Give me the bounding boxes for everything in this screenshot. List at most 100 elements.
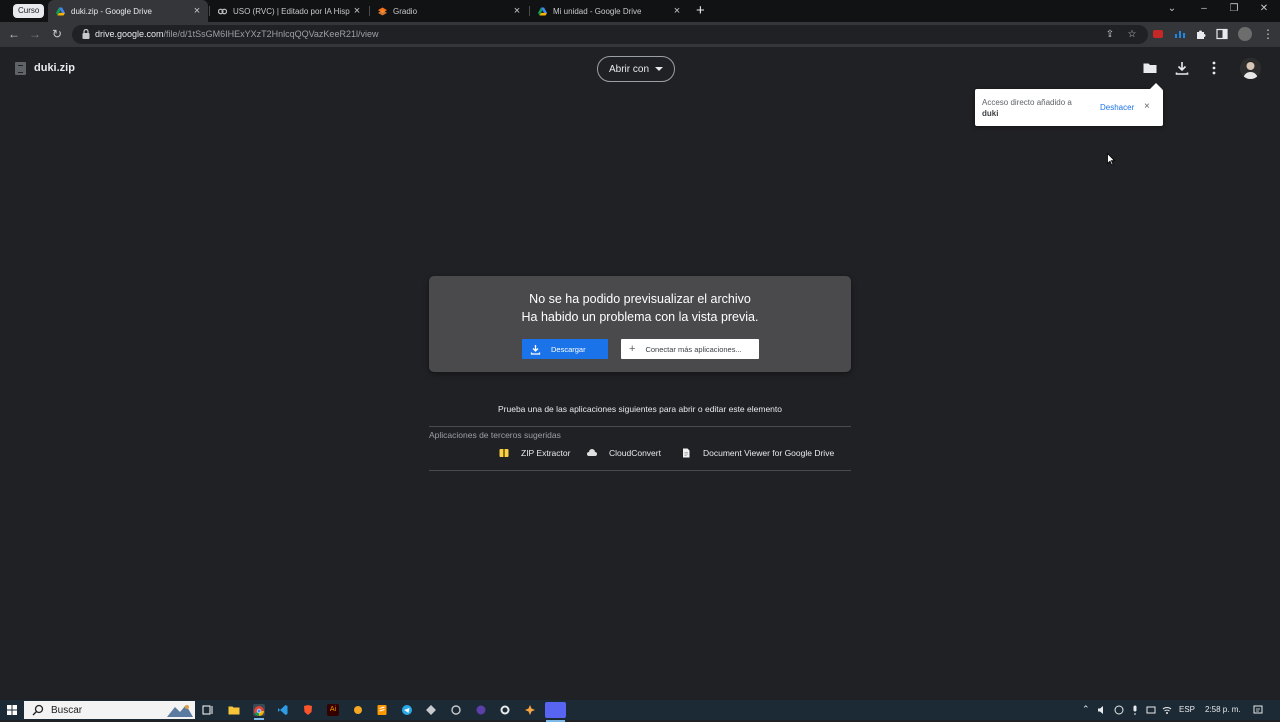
tab-close-icon[interactable]: × bbox=[670, 5, 684, 17]
app-cloudconvert[interactable]: CloudConvert bbox=[587, 448, 661, 458]
open-with-label: Abrir con bbox=[608, 63, 649, 75]
error-subtitle: Ha habido un problema con la vista previ… bbox=[521, 310, 759, 324]
third-party-apps-label: Aplicaciones de terceros sugeridas bbox=[429, 430, 561, 440]
back-icon[interactable]: ← bbox=[6, 26, 22, 42]
more-vert-icon[interactable] bbox=[1206, 60, 1222, 76]
close-window-icon[interactable]: ✕ bbox=[1256, 3, 1272, 14]
tab-title: USO (RVC) | Editado por IA Hispa bbox=[233, 6, 350, 16]
bookmark-star-icon[interactable]: ☆ bbox=[1126, 29, 1138, 41]
app-document-viewer[interactable]: Document Viewer for Google Drive bbox=[681, 448, 834, 458]
tab-uso-rvc[interactable]: USO (RVC) | Editado por IA Hispa × bbox=[210, 0, 368, 22]
undo-button[interactable]: Deshacer bbox=[1100, 103, 1134, 112]
shortcut-toast: Acceso directo añadido a duki Deshacer × bbox=[975, 83, 1163, 126]
share-icon[interactable]: ⇪ bbox=[1104, 29, 1116, 41]
tab-strip: Curso duki.zip - Google Drive × USO (RVC… bbox=[0, 0, 1280, 22]
speaker-icon[interactable] bbox=[1097, 705, 1107, 715]
url-text: drive.google.com/file/d/1tSsGM6IHExYXzT2… bbox=[95, 29, 378, 39]
tab-mi-unidad[interactable]: Mi unidad - Google Drive × bbox=[530, 0, 688, 22]
app-name: ZIP Extractor bbox=[521, 448, 571, 458]
browser-toolbar: ← → ↻ drive.google.com/file/d/1tSsGM6IHE… bbox=[0, 22, 1280, 47]
illustrator-icon[interactable]: Ai bbox=[327, 704, 339, 716]
lock-icon bbox=[82, 29, 90, 39]
tab-title: Mi unidad - Google Drive bbox=[553, 6, 642, 16]
suggestions-intro: Prueba una de las aplicaciones siguiente… bbox=[498, 404, 782, 414]
git-icon[interactable] bbox=[425, 704, 437, 716]
tab-title: duki.zip - Google Drive bbox=[71, 6, 152, 16]
location-icon[interactable] bbox=[1146, 705, 1156, 715]
fl-studio-icon[interactable] bbox=[524, 704, 536, 716]
connect-more-apps-button[interactable]: + Conectar más aplicaciones... bbox=[621, 339, 759, 359]
settings-icon[interactable] bbox=[450, 704, 462, 716]
download-icon[interactable] bbox=[1174, 60, 1190, 76]
chrome-icon bbox=[254, 706, 264, 716]
account-avatar[interactable] bbox=[1240, 58, 1261, 79]
gradio-icon bbox=[378, 6, 387, 16]
restore-icon[interactable]: ❐ bbox=[1226, 3, 1242, 14]
url-host: drive.google.com bbox=[95, 29, 164, 39]
download-icon bbox=[530, 344, 541, 355]
tab-close-icon[interactable]: × bbox=[510, 5, 524, 17]
profile-avatar-icon[interactable] bbox=[1238, 27, 1252, 41]
download-button[interactable]: Descargar bbox=[522, 339, 608, 359]
search-placeholder: Buscar bbox=[51, 704, 83, 716]
notifications-icon[interactable] bbox=[1253, 705, 1263, 715]
extensions-puzzle-icon[interactable] bbox=[1195, 28, 1207, 40]
file-explorer-icon[interactable] bbox=[228, 704, 240, 716]
telegram-icon[interactable] bbox=[401, 704, 413, 716]
tab-gradio[interactable]: Gradio × bbox=[370, 0, 528, 22]
open-with-button[interactable]: Abrir con bbox=[597, 56, 675, 82]
forward-icon[interactable]: → bbox=[27, 26, 43, 42]
extension-red-icon[interactable] bbox=[1152, 28, 1164, 40]
google-drive-icon bbox=[56, 6, 65, 16]
tray-overflow-icon[interactable]: ⌃ bbox=[1082, 704, 1090, 715]
divider bbox=[429, 470, 851, 471]
search-icon bbox=[32, 704, 44, 716]
caret-down-icon bbox=[655, 67, 663, 71]
brave-icon[interactable] bbox=[302, 704, 314, 716]
download-button-label: Descargar bbox=[551, 344, 586, 354]
network-icon[interactable] bbox=[1114, 705, 1124, 715]
app-icon[interactable] bbox=[352, 704, 364, 716]
zip-file-icon bbox=[15, 62, 26, 75]
reload-icon[interactable]: ↻ bbox=[49, 26, 65, 42]
toast-close-icon[interactable]: × bbox=[1144, 101, 1150, 112]
app-name: Document Viewer for Google Drive bbox=[703, 448, 835, 458]
tab-duki-zip[interactable]: duki.zip - Google Drive × bbox=[48, 0, 208, 22]
microphone-icon[interactable] bbox=[1130, 705, 1140, 715]
toast-message-text: Acceso directo añadido a bbox=[982, 98, 1072, 107]
file-title: duki.zip bbox=[34, 62, 75, 74]
tab-group-chip[interactable]: Curso bbox=[13, 4, 45, 18]
app-zip-extractor[interactable]: ZIP Extractor bbox=[499, 448, 570, 458]
tab-title: Gradio bbox=[393, 6, 418, 16]
taskbar-search[interactable]: Buscar bbox=[24, 701, 195, 719]
discord-icon[interactable] bbox=[545, 702, 566, 722]
new-tab-button[interactable]: + bbox=[696, 2, 705, 19]
chrome-taskbar-icon[interactable] bbox=[253, 704, 265, 720]
address-bar[interactable]: drive.google.com/file/d/1tSsGM6IHExYXzT2… bbox=[72, 25, 1148, 44]
search-highlight-icon bbox=[167, 705, 193, 717]
colab-icon bbox=[218, 8, 227, 14]
sublime-icon[interactable] bbox=[376, 704, 388, 716]
windows-start-icon[interactable] bbox=[7, 705, 17, 715]
divider bbox=[429, 426, 851, 427]
url-path: /file/d/1tSsGM6IHExYXzT2HnlcqQQVazKeeR21… bbox=[163, 29, 379, 39]
chrome-menu-icon[interactable]: ⋮ bbox=[1260, 26, 1276, 42]
language-indicator[interactable]: ESP bbox=[1179, 705, 1195, 714]
clock[interactable]: 2:58 p. m. bbox=[1205, 705, 1241, 714]
folder-icon[interactable] bbox=[1142, 60, 1158, 76]
minimize-icon[interactable]: – bbox=[1196, 3, 1212, 14]
tab-close-icon[interactable]: × bbox=[350, 5, 364, 17]
app-blue-icon[interactable] bbox=[499, 704, 511, 716]
wifi-icon[interactable] bbox=[1162, 705, 1172, 715]
preview-error-card: No se ha podido previsualizar el archivo… bbox=[429, 276, 851, 372]
extension-blue-icon[interactable] bbox=[1174, 28, 1186, 40]
app-purple-icon[interactable] bbox=[475, 704, 487, 716]
side-panel-icon[interactable] bbox=[1216, 28, 1228, 40]
app-name: CloudConvert bbox=[609, 448, 661, 458]
tab-search-icon[interactable]: ⌄ bbox=[1164, 3, 1180, 14]
toast-message: Acceso directo añadido a duki bbox=[982, 97, 1092, 119]
vscode-icon[interactable] bbox=[277, 704, 289, 716]
task-view-icon[interactable] bbox=[202, 704, 214, 716]
plus-icon: + bbox=[629, 343, 636, 355]
tab-close-icon[interactable]: × bbox=[190, 5, 204, 17]
